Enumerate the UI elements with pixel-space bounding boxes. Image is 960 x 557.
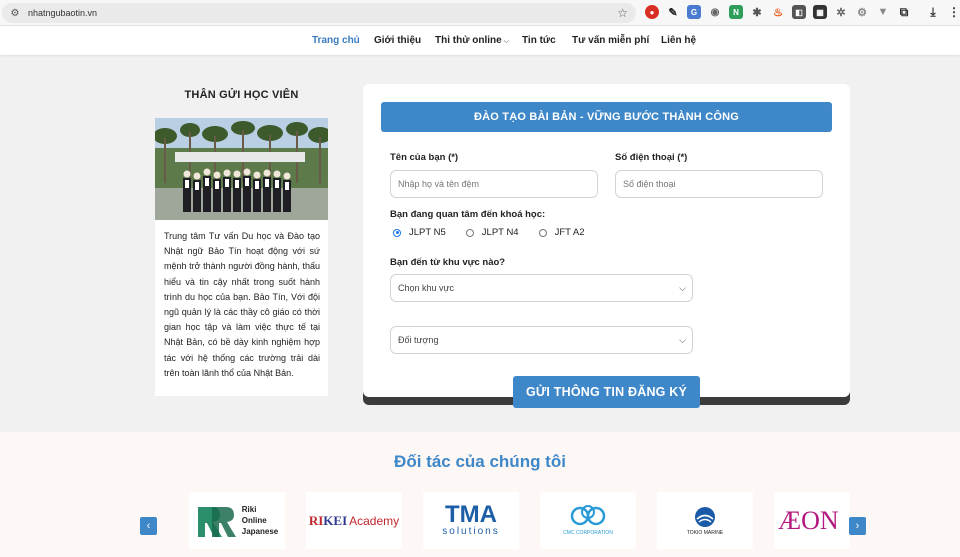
camera-extension-icon[interactable]: ◉ (708, 5, 722, 19)
chevron-down-icon: ⌵ (679, 335, 686, 345)
chevron-down-icon: ⌵ (503, 38, 509, 45)
extensions-puzzle-icon[interactable]: ⧉ (897, 5, 911, 19)
nav-trang-chu[interactable]: Trang chủ (312, 35, 360, 46)
audience-select-value: Đối tượng (398, 335, 439, 345)
tma-text: TMA (445, 501, 497, 528)
riki-mark-icon (197, 506, 236, 537)
aeon-text: ÆON (778, 505, 839, 535)
browser-toolbar: ⚙ nhatngubaotin.vn ☆ ● ✎ G ◉ N ✱ ♨ ◧ ▦ ✲… (0, 0, 960, 26)
partner-logo-tma[interactable]: TMA solutions (423, 492, 519, 549)
course-radio-group: JLPT N5 JLPT N4 JFT A2 (393, 227, 605, 238)
region-label: Bạn đến từ khu vực nào? (390, 257, 506, 268)
radio-label: JLPT N4 (481, 227, 519, 238)
radio-jft-a2[interactable]: JFT A2 (538, 227, 585, 238)
dark-extension-icon[interactable]: ◧ (792, 5, 806, 19)
site-navigation: Trang chủ Giới thiệu Thi thử online ⌵ Tin… (0, 26, 960, 55)
translate-extension-icon[interactable]: G (687, 5, 701, 19)
tokio-marine-mark-icon (695, 506, 715, 527)
radio-button[interactable] (393, 228, 401, 237)
partners-title: Đối tác của chúng tôi (394, 452, 566, 471)
radio-jlpt-n5[interactable]: JLPT N5 (393, 227, 446, 238)
welcome-text: Trung tâm Tư vấn Du học và Đào tạo Nhật … (164, 231, 320, 378)
carousel-prev-button[interactable]: ‹ (140, 517, 157, 535)
partners-section: Đối tác của chúng tôi ‹ Riki Online Japa… (0, 432, 960, 557)
pen-extension-icon[interactable]: ✎ (666, 5, 680, 19)
tokio-marine-text: TOKIO MARINE (686, 529, 724, 536)
welcome-title: THÂN GỬI HỌC VIÊN (184, 89, 299, 101)
riki-academy-text: Academy (349, 513, 400, 528)
carousel-next-button[interactable]: › (849, 517, 866, 535)
partner-logo-tokio-marine[interactable]: TOKIO MARINE (657, 492, 753, 549)
radio-label: JLPT N5 (409, 227, 446, 238)
audience-select[interactable]: Đối tượng ⌵ (390, 326, 693, 354)
puzzle-extension-icon[interactable]: ✲ (834, 5, 848, 19)
name-label: Tên của bạn (*) (390, 152, 459, 163)
nav-thi-thu-online[interactable]: Thi thử online ⌵ (435, 35, 509, 46)
riki-academy-mark: RIKEI (308, 512, 348, 528)
course-label: Bạn đang quan tâm đến khoá học: (390, 209, 546, 220)
riki-line1: Riki (241, 505, 257, 514)
adblock-extension-icon[interactable]: ● (645, 5, 659, 19)
address-bar[interactable]: ⚙ nhatngubaotin.vn ☆ (2, 3, 636, 23)
form-header: ĐÀO TẠO BÀI BẢN - VỮNG BƯỚC THÀNH CÔNG (381, 102, 832, 132)
chevron-left-icon: ‹ (146, 520, 151, 532)
riki-line2: Online (241, 516, 267, 525)
filter-extension-icon[interactable]: ▼ (876, 5, 890, 19)
nav-tu-van-mien-phi[interactable]: Tư vấn miễn phí (572, 35, 649, 46)
riki-wordmark: Riki Online Japanese (242, 504, 278, 537)
nav-gioi-thieu[interactable]: Giới thiệu (374, 35, 421, 46)
download-icon[interactable]: ⤓ (926, 5, 940, 19)
cmc-text: CMC CORPORATION (563, 530, 613, 536)
site-info-icon[interactable]: ⚙ (8, 6, 22, 20)
name-input[interactable] (390, 170, 598, 198)
bookmark-star-icon[interactable]: ☆ (617, 6, 628, 20)
n-extension-icon[interactable]: N (729, 5, 743, 19)
phone-label: Số điện thoại (*) (615, 152, 688, 163)
student-group-photo (155, 118, 328, 220)
radio-button[interactable] (538, 228, 547, 237)
partner-logo-riki-online[interactable]: Riki Online Japanese (189, 492, 285, 549)
radio-jlpt-n4[interactable]: JLPT N4 (465, 227, 519, 238)
settings-extension-icon[interactable]: ⚙ (855, 5, 869, 19)
welcome-card: Trung tâm Tư vấn Du học và Đào tạo Nhật … (155, 118, 328, 396)
nav-thi-thu-label: Thi thử online (435, 35, 502, 46)
region-select[interactable]: Chọn khu vực ⌵ (390, 274, 693, 302)
chevron-right-icon: › (855, 520, 860, 532)
tma-subtext: solutions (442, 526, 500, 537)
partner-logo-riki-academy[interactable]: RIKEI Academy (306, 492, 402, 549)
grid-extension-icon[interactable]: ▦ (813, 5, 827, 19)
flame-extension-icon[interactable]: ♨ (771, 5, 785, 19)
region-select-value: Chọn khu vực (398, 283, 455, 293)
chevron-down-icon: ⌵ (679, 283, 686, 293)
radio-button[interactable] (465, 228, 474, 237)
phone-input[interactable] (615, 170, 823, 198)
gear-extension-icon[interactable]: ✱ (750, 5, 764, 19)
nav-lien-he[interactable]: Liên hệ (661, 35, 696, 46)
partner-logo-cmc[interactable]: CMC CORPORATION (540, 492, 636, 549)
riki-line3: Japanese (241, 527, 279, 536)
partner-logo-aeon[interactable]: ÆON (774, 492, 850, 549)
nav-tin-tuc[interactable]: Tin tức (522, 35, 556, 46)
menu-dots-icon[interactable]: ⋮ (947, 5, 960, 19)
submit-button[interactable]: GỬI THÔNG TIN ĐĂNG KÝ (513, 376, 700, 408)
radio-label: JFT A2 (554, 227, 585, 238)
extension-icons: ● ✎ G ◉ N ✱ ♨ ◧ ▦ ✲ ⚙ ▼ ⧉ ⤓ ⋮ (645, 5, 960, 19)
url-text[interactable]: nhatngubaotin.vn (28, 8, 97, 18)
registration-form: ĐÀO TẠO BÀI BẢN - VỮNG BƯỚC THÀNH CÔNG T… (363, 84, 850, 408)
cmc-mark-icon (570, 505, 606, 526)
